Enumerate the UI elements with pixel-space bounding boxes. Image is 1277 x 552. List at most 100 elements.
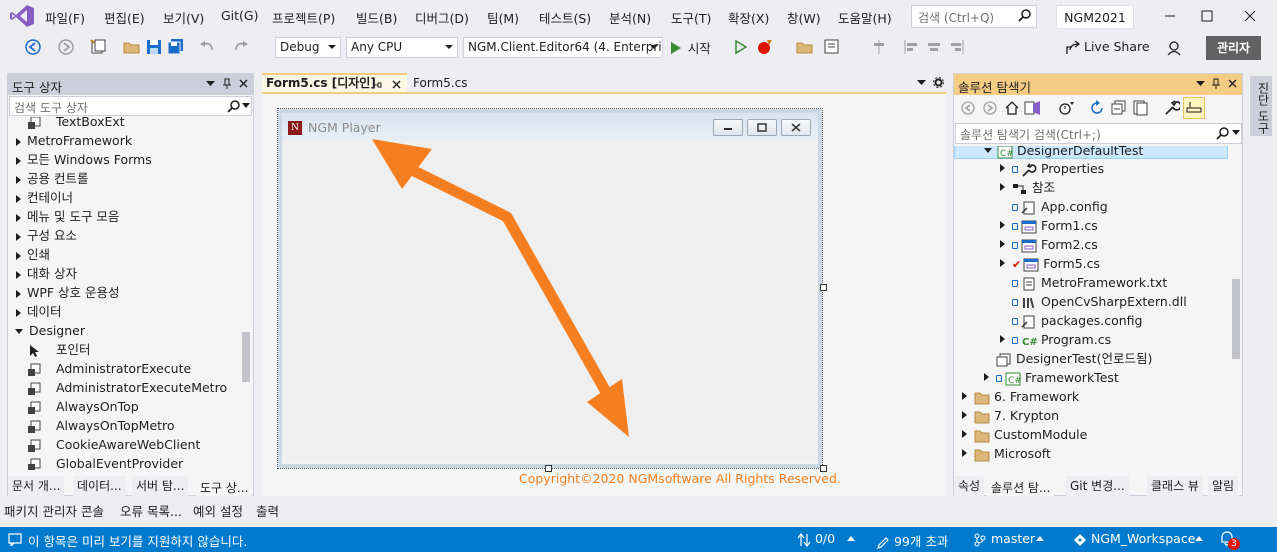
minimize-icon[interactable]	[1160, 6, 1180, 26]
menu-item[interactable]: 빌드(B)	[356, 8, 397, 27]
menu-item[interactable]: 도움말(H)	[838, 8, 892, 27]
copyright-label[interactable]: Copyright©2020 NGMsoftware All Rights Re…	[519, 471, 841, 486]
pin-icon[interactable]	[222, 78, 232, 90]
resize-handle-corner[interactable]	[820, 465, 827, 472]
align-right-icon[interactable]	[947, 38, 965, 56]
menu-item[interactable]: 프로젝트(P)	[272, 8, 335, 27]
resize-handle-right[interactable]	[820, 284, 827, 291]
toolbox-scrollbar[interactable]	[240, 117, 252, 470]
admin-badge[interactable]: 관리자	[1206, 36, 1261, 60]
toolbox-search-input[interactable]: 검색 도구 상자	[9, 96, 252, 116]
chevron-up-icon[interactable]	[1036, 536, 1044, 541]
menu-item[interactable]: 확장(X)	[728, 8, 769, 27]
chevron-right-icon[interactable]	[1000, 221, 1005, 229]
toolbox-item[interactable]: 구성 요소	[8, 226, 240, 245]
comment-icon[interactable]	[823, 38, 841, 56]
solution-explorer-bottom-tab[interactable]: 클래스 뷰	[1147, 476, 1203, 496]
solution-tree-item[interactable]: Form1.cs	[954, 216, 1228, 235]
solution-tree-item[interactable]: packages.config	[954, 311, 1228, 330]
solution-tree-item[interactable]: CustomModule	[954, 425, 1228, 444]
toolbox-item[interactable]: AdministratorExecute	[8, 359, 240, 378]
output-tab[interactable]: 예외 설정	[193, 501, 243, 520]
save-all-icon[interactable]	[167, 38, 185, 56]
pending-changes-filter-icon[interactable]	[1058, 100, 1074, 116]
show-all-files-icon[interactable]	[1132, 100, 1148, 116]
chevron-up-icon[interactable]	[1195, 536, 1203, 541]
menu-item[interactable]: 분석(N)	[609, 8, 651, 27]
navigate-forward-icon[interactable]	[57, 38, 75, 56]
solution-tree-item[interactable]: 참조	[954, 178, 1228, 197]
toolbox-item[interactable]: GlobalEventProvider	[8, 454, 240, 470]
chevron-down-icon[interactable]	[1232, 130, 1240, 135]
toolbox-item[interactable]: 인쇄	[8, 245, 240, 264]
align-left-icon[interactable]	[903, 38, 921, 56]
align-icon[interactable]	[870, 38, 888, 56]
feedback-icon[interactable]	[1166, 39, 1184, 57]
solution-explorer-bottom-tab[interactable]: 알림	[1208, 476, 1239, 496]
close-icon[interactable]	[1228, 79, 1237, 88]
menu-item[interactable]: 보기(V)	[163, 8, 204, 27]
chevron-right-icon[interactable]	[1000, 240, 1005, 248]
tab-form5-code[interactable]: Form5.cs	[408, 73, 504, 93]
toolbox-item[interactable]: TextBoxExt	[8, 117, 240, 131]
switch-views-icon[interactable]	[1024, 100, 1042, 116]
toolbox-item[interactable]: 포인터	[8, 340, 240, 359]
toolbox-item[interactable]: AdministratorExecuteMetro	[8, 378, 240, 397]
solution-tree-item[interactable]: C# FrameworkTest	[954, 368, 1228, 387]
toolbox-item[interactable]: AlwaysOnTop	[8, 397, 240, 416]
solution-explorer-bottom-tab[interactable]: 속성	[954, 476, 985, 496]
pin-icon[interactable]	[372, 80, 382, 90]
resize-handle-bottom[interactable]	[545, 465, 552, 472]
chevron-right-icon[interactable]	[962, 449, 967, 457]
toolbox-item[interactable]: 모든 Windows Forms	[8, 150, 240, 169]
chevron-right-icon[interactable]	[1000, 164, 1005, 172]
live-share-button[interactable]: Live Share	[1066, 39, 1150, 55]
menu-item[interactable]: 팀(M)	[487, 8, 519, 27]
configuration-select[interactable]: Debug	[275, 37, 341, 58]
start-button[interactable]: 시작	[670, 38, 711, 58]
solution-tree-item[interactable]: OpenCvSharpExtern.dll	[954, 292, 1228, 311]
output-tab[interactable]: 패키지 관리자 콘솔	[4, 501, 104, 520]
navigate-back-icon[interactable]	[24, 38, 42, 56]
redo-icon[interactable]	[232, 38, 250, 56]
chevron-right-icon[interactable]	[962, 411, 967, 419]
toolbox-item[interactable]: AlwaysOnTopMetro	[8, 416, 240, 435]
solution-explorer-bottom-tab[interactable]: Git 변경...	[1066, 476, 1129, 496]
output-tab[interactable]: 출력	[256, 501, 279, 520]
home-icon[interactable]	[1004, 100, 1020, 116]
sync-status[interactable]: 0/0	[797, 531, 835, 547]
chevron-right-icon[interactable]	[984, 373, 989, 381]
chevron-down-icon[interactable]	[1196, 81, 1205, 87]
hot-reload-icon[interactable]	[756, 38, 774, 56]
chevron-down-icon[interactable]	[984, 148, 992, 153]
diagnostic-tools-tab[interactable]: 진단 도구	[1250, 76, 1272, 136]
close-icon[interactable]	[239, 79, 248, 88]
form-close-button[interactable]	[781, 119, 811, 136]
solution-explorer-bottom-tab[interactable]: 솔루션 탐...	[987, 476, 1055, 496]
visual-studio-logo-icon[interactable]	[9, 4, 35, 28]
solution-explorer-scrollbar-thumb[interactable]	[1232, 279, 1240, 359]
toolbox-item[interactable]: 컨테이너	[8, 188, 240, 207]
chevron-right-icon[interactable]	[962, 430, 967, 438]
toolbox-bottom-tab[interactable]: 데이터...	[73, 476, 126, 496]
form-client-area[interactable]: Copyright©2020 NGMsoftware All Rights Re…	[285, 141, 841, 486]
toolbox-item[interactable]: 대화 상자	[8, 264, 240, 283]
platform-select[interactable]: Any CPU	[346, 37, 458, 58]
toolbox-item[interactable]: 공용 컨트롤	[8, 169, 240, 188]
forward-icon[interactable]	[982, 100, 998, 116]
chevron-right-icon[interactable]	[1000, 183, 1005, 191]
menu-item[interactable]: 테스트(S)	[539, 8, 591, 27]
toolbox-item[interactable]: Designer	[8, 321, 240, 340]
solution-tree-item[interactable]: MetroFramework.txt	[954, 273, 1228, 292]
preview-selected-items-button[interactable]	[1183, 97, 1205, 119]
open-folder-icon[interactable]	[123, 38, 141, 56]
branch-status[interactable]: master	[973, 531, 1035, 547]
chevron-down-icon[interactable]	[917, 80, 926, 86]
close-icon[interactable]	[1240, 6, 1260, 26]
toolbox-item[interactable]: CookieAwareWebClient	[8, 435, 240, 454]
solution-explorer-search-input[interactable]: 솔루션 탐색기 검색(Ctrl+;)	[955, 123, 1242, 144]
chevron-down-icon[interactable]	[242, 103, 250, 108]
menu-item[interactable]: 디버그(D)	[415, 8, 469, 27]
pending-changes-status[interactable]: 99개 초과	[876, 531, 948, 550]
form-minimize-button[interactable]	[713, 119, 743, 136]
